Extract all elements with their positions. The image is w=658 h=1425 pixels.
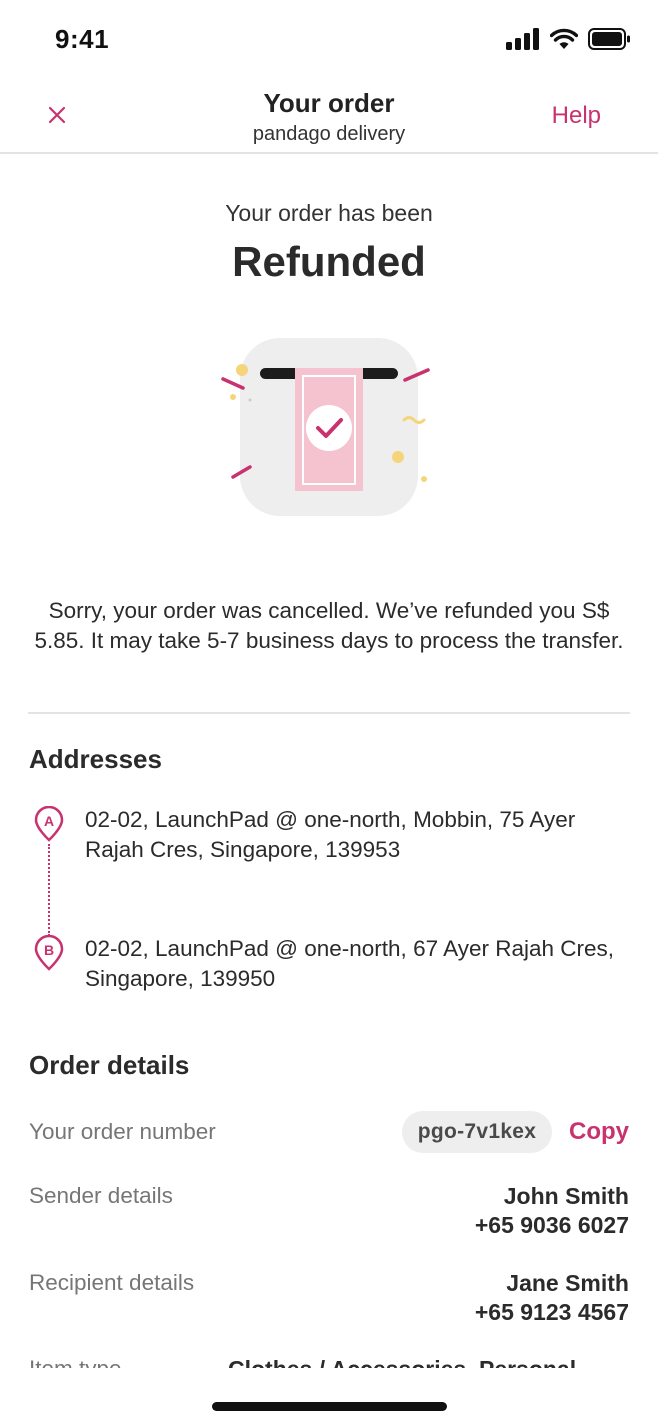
route-line <box>48 844 50 936</box>
pickup-marker: A <box>44 813 54 829</box>
recipient-name: Jane Smith <box>506 1270 629 1296</box>
signal-icon <box>506 28 539 50</box>
pickup-address: 02-02, LaunchPad @ one-north, Mobbin, 75… <box>85 807 576 862</box>
sender-label: Sender details <box>29 1183 173 1208</box>
status-icons <box>506 28 630 50</box>
sender-phone: +65 9036 6027 <box>474 1212 629 1238</box>
nav-header: Your order pandago delivery Help <box>0 80 658 154</box>
battery-icon <box>588 28 630 50</box>
wifi-icon <box>550 28 578 49</box>
pickup-pin-icon: A <box>34 806 64 842</box>
dropoff-address: 02-02, LaunchPad @ one-north, 67 Ayer Ra… <box>85 936 615 991</box>
item-type-label: Item type <box>29 1360 122 1368</box>
home-indicator[interactable] <box>212 1402 447 1411</box>
dropoff-pin-icon: B <box>34 935 64 971</box>
order-details-title: Order details <box>29 1050 190 1080</box>
addresses-title: Addresses <box>29 744 162 774</box>
recipient-phone: +65 9123 4567 <box>474 1299 629 1325</box>
order-number-chip: pgo-7v1kex <box>402 1111 552 1153</box>
help-button[interactable]: Help <box>552 102 601 130</box>
refund-illustration <box>221 338 430 516</box>
item-type-value: Clothes / Accessories, Personal <box>228 1360 576 1368</box>
recipient-label: Recipient details <box>29 1270 195 1295</box>
item-type-row: Item type Clothes / Accessories, Persona… <box>0 1360 658 1368</box>
status-state: Refunded <box>232 238 426 285</box>
status-time: 9:41 <box>55 24 110 54</box>
refund-message: Sorry, your order was cancelled. We’ve r… <box>34 598 624 653</box>
order-number-label: Your order number <box>29 1119 216 1144</box>
status-bar: 9:41 <box>0 0 658 80</box>
copy-button[interactable]: Copy <box>569 1118 629 1146</box>
sender-name: John Smith <box>503 1183 629 1209</box>
divider <box>28 712 630 714</box>
dropoff-marker: B <box>44 942 54 958</box>
status-intro: Your order has been <box>225 200 433 226</box>
